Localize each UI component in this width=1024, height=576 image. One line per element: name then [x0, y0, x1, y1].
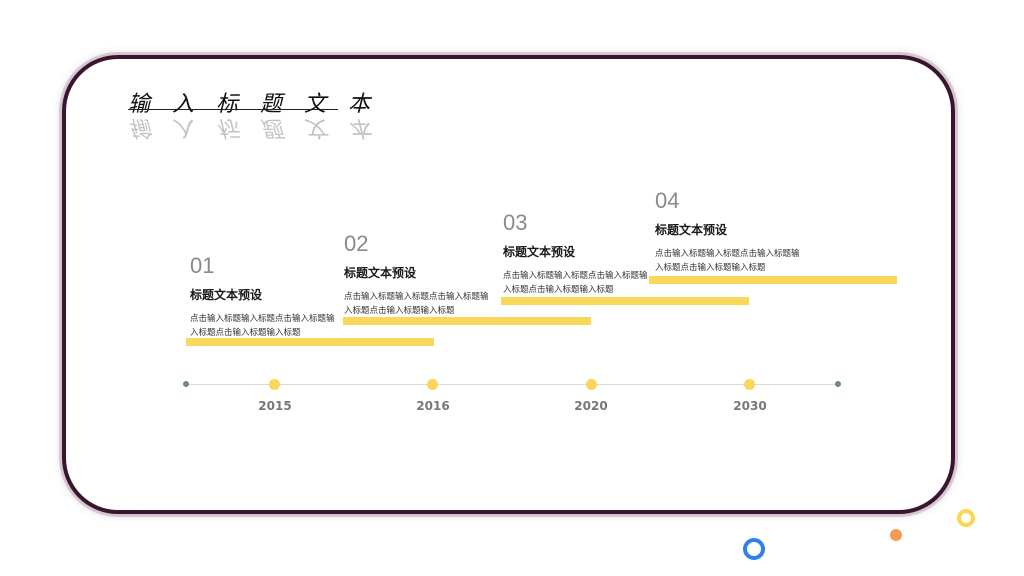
timeline-axis [186, 384, 838, 385]
step-heading: 标题文本预设 [190, 288, 263, 302]
step-number: 03 [503, 210, 528, 235]
year-label-2016: 2016 [416, 399, 450, 413]
title-reflection: 输入标题文本 [128, 115, 393, 140]
step-heading: 标题文本预设 [503, 245, 576, 259]
step-heading: 标题文本预设 [655, 223, 728, 237]
step-number: 01 [190, 253, 215, 278]
year-label-2030: 2030 [733, 399, 767, 413]
step-2-bar [343, 317, 591, 325]
step-3-bar [501, 297, 749, 305]
year-dot-2020 [586, 379, 597, 390]
title-underline [128, 109, 338, 110]
step-body: 点击输入标题输入标题点击输入标题输入标题点击输入标题输入标题 [503, 271, 648, 295]
step-number: 04 [655, 188, 680, 213]
year-label-2020: 2020 [574, 399, 608, 413]
orange-dot-icon [890, 529, 902, 541]
step-4-bar [649, 276, 897, 284]
step-body: 点击输入标题输入标题点击输入标题输入标题点击输入标题输入标题 [190, 314, 335, 338]
timeline-step-4: 04 标题文本预设 点击输入标题输入标题点击输入标题输入标题点击输入标题输入标题 [655, 189, 805, 275]
timeline-step-1: 01 标题文本预设 点击输入标题输入标题点击输入标题输入标题点击输入标题输入标题 [190, 254, 340, 340]
year-dot-2030 [744, 379, 755, 390]
blue-ring-icon [743, 538, 765, 560]
step-body: 点击输入标题输入标题点击输入标题输入标题点击输入标题输入标题 [655, 249, 800, 273]
axis-end-dot [835, 381, 841, 387]
year-dot-2015 [269, 379, 280, 390]
axis-start-dot [183, 381, 189, 387]
step-1-bar [186, 338, 434, 346]
year-label-2015: 2015 [258, 399, 292, 413]
step-number: 02 [344, 231, 369, 256]
yellow-ring-icon [957, 509, 975, 527]
timeline-step-3: 03 标题文本预设 点击输入标题输入标题点击输入标题输入标题点击输入标题输入标题 [503, 211, 653, 297]
year-dot-2016 [427, 379, 438, 390]
step-body: 点击输入标题输入标题点击输入标题输入标题点击输入标题输入标题 [344, 292, 489, 316]
timeline-step-2: 02 标题文本预设 点击输入标题输入标题点击输入标题输入标题点击输入标题输入标题 [344, 232, 494, 318]
step-heading: 标题文本预设 [344, 266, 417, 280]
